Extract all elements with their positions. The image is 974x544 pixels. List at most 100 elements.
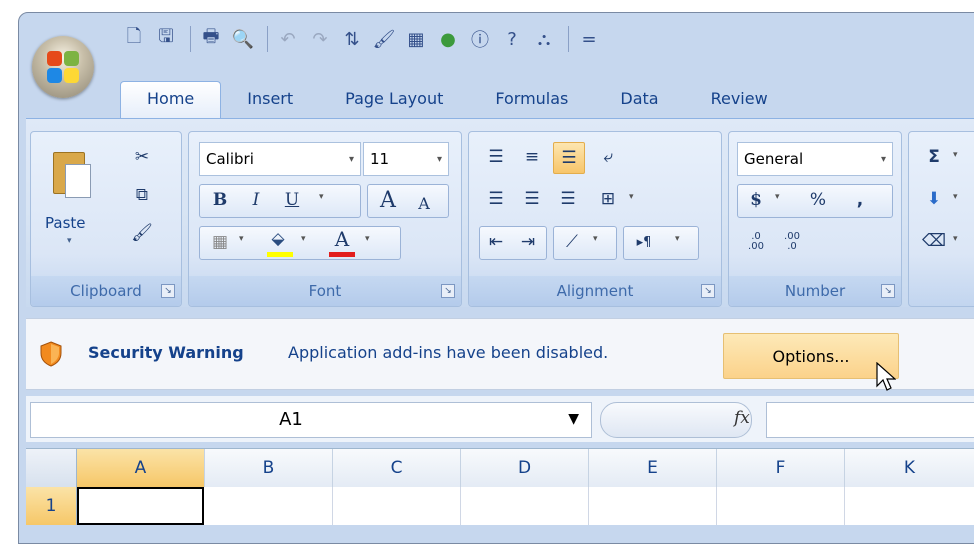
bold-button[interactable]: B (205, 185, 235, 215)
chart-icon[interactable]: ▦ (402, 25, 430, 53)
customize-qat-icon[interactable]: = (575, 25, 603, 53)
fill-color-icon[interactable]: ⬙ (263, 224, 293, 254)
name-box[interactable]: A1 ▼ (30, 402, 592, 438)
align-bottom-icon[interactable]: ☰ (553, 142, 585, 174)
number-format-select[interactable]: General ▾ (737, 142, 893, 176)
separator (190, 26, 191, 52)
print-icon[interactable]: 🖶 (197, 25, 225, 53)
currency-button[interactable]: $ (741, 185, 771, 215)
wrap-text-icon[interactable]: ⤶ (593, 142, 623, 172)
tab-review[interactable]: Review (685, 82, 794, 118)
print-preview-icon[interactable]: 🔍 (229, 25, 257, 53)
fill-dropdown-icon[interactable]: ▾ (953, 192, 958, 202)
share-icon[interactable]: ⛬ (530, 25, 558, 53)
help-icon[interactable]: ? (498, 25, 526, 53)
sort-icon[interactable]: ⇅ (338, 25, 366, 53)
direction-dropdown-icon[interactable]: ▾ (675, 234, 680, 244)
number-group: General ▾ $ ▾ % , .0 .00 .00 .0 Number ↘ (728, 131, 902, 307)
font-launcher-icon[interactable]: ↘ (441, 284, 455, 298)
font-size-value: 11 (370, 150, 390, 168)
redo-icon[interactable]: ↷ (306, 25, 334, 53)
formula-input[interactable] (766, 402, 974, 438)
cut-icon[interactable]: ✂ (127, 142, 157, 172)
italic-button[interactable]: I (241, 185, 271, 215)
font-family-select[interactable]: Calibri ▾ (199, 142, 361, 176)
copy-icon[interactable]: ⧉ (127, 180, 157, 210)
fill-dropdown-icon[interactable]: ▾ (301, 234, 306, 244)
decrease-indent-icon[interactable]: ⇤ (481, 227, 511, 257)
merge-dropdown-icon[interactable]: ▾ (629, 192, 634, 202)
font-size-select[interactable]: 11 ▾ (363, 142, 449, 176)
tab-formulas[interactable]: Formulas (469, 82, 594, 118)
cell-a1[interactable] (77, 487, 204, 525)
tab-insert[interactable]: Insert (221, 82, 319, 118)
alignment-launcher-icon[interactable]: ↘ (701, 284, 715, 298)
number-launcher-icon[interactable]: ↘ (881, 284, 895, 298)
insert-function-button[interactable]: fx (734, 408, 750, 428)
align-top-icon[interactable]: ☰ (481, 142, 511, 172)
borders-dropdown-icon[interactable]: ▾ (239, 234, 244, 244)
paste-button[interactable]: Paste (45, 214, 86, 232)
paste-dropdown-icon[interactable]: ▾ (67, 236, 72, 246)
info-icon[interactable]: ⓘ (466, 25, 494, 53)
chevron-down-icon: ▾ (880, 153, 886, 165)
options-button[interactable]: Options... (723, 333, 899, 379)
editing-group: Σ ▾ ⬇ ▾ ⌫ ▾ (908, 131, 974, 307)
column-header-a[interactable]: A (77, 449, 205, 487)
save-icon[interactable]: 🖫 (152, 25, 180, 53)
tab-page-layout[interactable]: Page Layout (319, 82, 469, 118)
tab-home[interactable]: Home (120, 81, 222, 118)
row-header-1[interactable]: 1 (26, 487, 77, 525)
format-painter-icon[interactable]: 🖌 (127, 218, 157, 248)
autosum-dropdown-icon[interactable]: ▾ (953, 150, 958, 160)
currency-dropdown-icon[interactable]: ▾ (775, 192, 780, 202)
paste-icon[interactable] (51, 146, 91, 208)
clear-icon[interactable]: ⌫ (919, 226, 949, 256)
clipboard-launcher-icon[interactable]: ↘ (161, 284, 175, 298)
select-all-corner[interactable] (26, 449, 77, 487)
align-center-icon[interactable]: ☰ (517, 184, 547, 214)
autosum-button[interactable]: Σ (919, 142, 949, 172)
chevron-down-icon: ▾ (436, 153, 442, 165)
align-left-icon[interactable]: ☰ (481, 184, 511, 214)
grid-row-1 (77, 487, 974, 525)
shield-icon (40, 341, 62, 367)
name-box-value: A1 (279, 409, 303, 430)
underline-dropdown-icon[interactable]: ▾ (319, 192, 324, 202)
column-header-k[interactable]: K (845, 449, 974, 487)
font-color-dropdown-icon[interactable]: ▾ (365, 234, 370, 244)
orientation-dropdown-icon[interactable]: ▾ (593, 234, 598, 244)
circle-icon[interactable]: ● (434, 25, 462, 53)
number-group-label: Number (729, 276, 901, 306)
column-header-d[interactable]: D (461, 449, 589, 487)
merge-center-icon[interactable]: ⊞ (593, 184, 623, 214)
column-header-e[interactable]: E (589, 449, 717, 487)
underline-button[interactable]: U (277, 185, 307, 215)
alignment-group-label: Alignment (469, 276, 721, 306)
column-header-f[interactable]: F (717, 449, 845, 487)
increase-indent-icon[interactable]: ⇥ (513, 227, 543, 257)
format-painter-icon[interactable]: 🖌 (370, 25, 398, 53)
shrink-font-button[interactable]: A (409, 188, 439, 218)
new-icon[interactable]: 🗋 (120, 25, 148, 53)
decrease-decimal-button[interactable]: .00 .0 (777, 227, 807, 257)
office-button[interactable] (32, 36, 94, 98)
comma-button[interactable]: , (845, 185, 875, 215)
percent-button[interactable]: % (803, 185, 833, 215)
tab-data[interactable]: Data (594, 82, 684, 118)
fill-down-icon[interactable]: ⬇ (919, 184, 949, 214)
undo-icon[interactable]: ↶ (274, 25, 302, 53)
clear-dropdown-icon[interactable]: ▾ (953, 234, 958, 244)
increase-decimal-button[interactable]: .0 .00 (741, 227, 771, 257)
column-header-b[interactable]: B (205, 449, 333, 487)
font-color-button[interactable]: A (327, 224, 357, 254)
text-direction-icon[interactable]: ▸¶ (629, 227, 659, 257)
column-header-c[interactable]: C (333, 449, 461, 487)
borders-icon[interactable]: ▦ (205, 227, 235, 257)
chevron-down-icon[interactable]: ▼ (568, 411, 579, 427)
gridline (844, 487, 845, 525)
align-middle-icon[interactable]: ≡ (517, 142, 547, 172)
orientation-icon[interactable]: ⟋ (557, 227, 587, 257)
align-right-icon[interactable]: ☰ (553, 184, 583, 214)
grow-font-button[interactable]: A (373, 185, 403, 215)
